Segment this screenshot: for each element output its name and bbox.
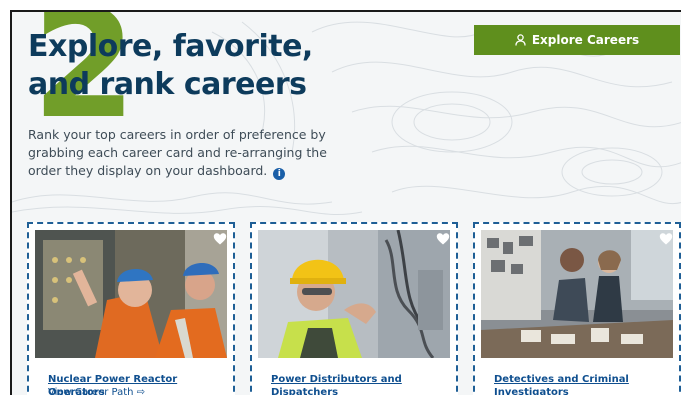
career-photo [481,230,673,358]
career-card-nuclear-power-reactor-operators[interactable]: Nuclear Power Reactor Operators View Car… [27,222,235,395]
explore-careers-label: Explore Careers [531,33,640,47]
page-frame: 2 Explore, favorite, and rank careers Ra… [10,10,681,395]
career-photo [35,230,227,358]
page-title: Explore, favorite, and rank careers [28,29,313,102]
heart-icon[interactable] [213,232,227,246]
career-title[interactable]: Detectives and Criminal Investigators [494,373,664,395]
heart-icon[interactable] [436,232,450,246]
intro-text: Rank your top careers in order of prefer… [28,126,348,180]
career-photo [258,230,450,358]
explore-careers-button[interactable]: Explore Careers [474,25,680,55]
person-icon [515,34,526,46]
view-career-path-link[interactable]: View Career Path ⇨ [48,387,145,395]
career-card-power-distributors-and-dispatchers[interactable]: Power Distributors and Dispatchers [250,222,458,395]
career-title[interactable]: Power Distributors and Dispatchers [271,373,441,395]
info-icon[interactable]: i [273,168,286,180]
heart-icon[interactable] [659,232,673,246]
career-card-detectives-and-criminal-investigators[interactable]: Detectives and Criminal Investigators [473,222,681,395]
